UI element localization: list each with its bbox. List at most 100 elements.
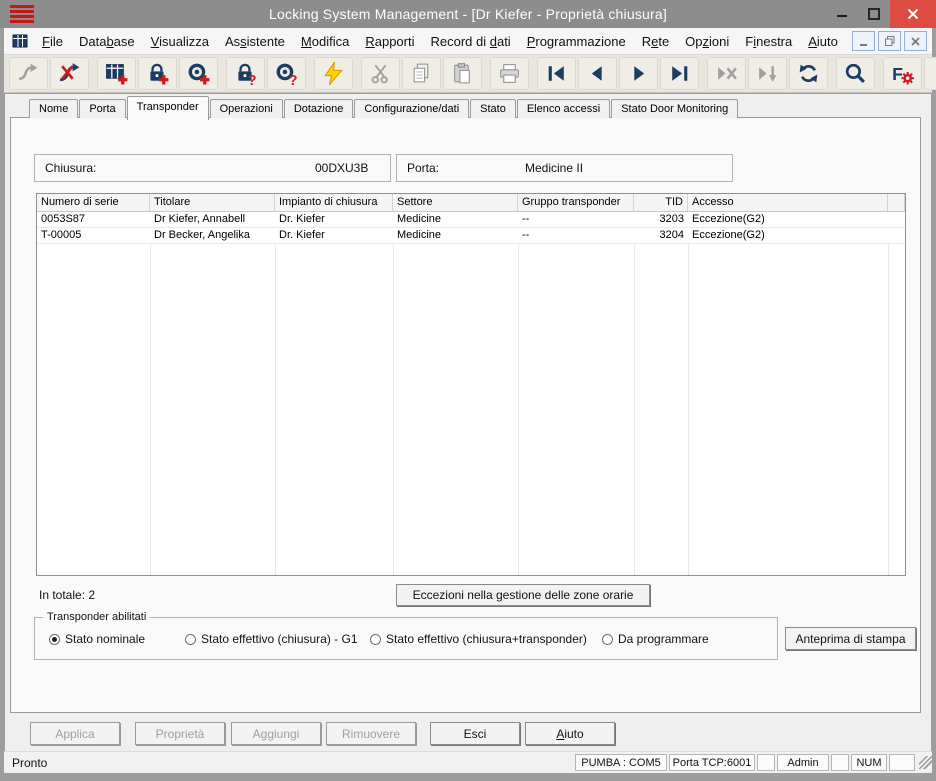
maximize-button[interactable] — [858, 0, 890, 28]
rimuovere-button[interactable]: Rimuovere — [326, 722, 416, 745]
window-title: Locking System Management - [Dr Kiefer -… — [269, 6, 667, 22]
radio-circle-icon[interactable] — [49, 633, 60, 645]
menu-record-di-dati[interactable]: Record di dati — [422, 34, 518, 49]
menu-database[interactable]: Database — [71, 34, 143, 49]
tab-nome[interactable]: Nome — [29, 99, 79, 118]
menu-assistente[interactable]: Assistente — [217, 34, 293, 49]
door-value: Medicine II — [525, 161, 584, 175]
cell-accesso: Eccezione(G2) — [692, 229, 765, 241]
menu-rete[interactable]: Rete — [634, 34, 677, 49]
cut-icon — [371, 64, 388, 84]
cell-settore: Medicine — [397, 229, 442, 241]
column-header-tid[interactable]: TID — [634, 194, 688, 211]
column-header-gruppo-transponder[interactable]: Gruppo transponder — [518, 194, 634, 211]
radio-da-programmare[interactable]: Da programmare — [602, 632, 709, 646]
redo-button[interactable] — [9, 57, 48, 90]
copy-button[interactable] — [402, 57, 441, 90]
search-button[interactable] — [836, 57, 875, 90]
help-button[interactable]: ? — [924, 57, 936, 90]
transponder-tabpage: Chiusura: 00DXU3B Porta: Medicine II Num… — [10, 117, 921, 713]
cell-numero-di-serie: T-00005 — [41, 229, 82, 241]
radio-circle-icon[interactable] — [602, 633, 613, 645]
column-header-impianto-di-chiusura[interactable]: Impianto di chiusura — [275, 194, 393, 211]
column-header-settore[interactable]: Settore — [393, 194, 518, 211]
paste-button[interactable] — [443, 57, 482, 90]
table-row[interactable]: 0053S87 Dr Kiefer, Annabell Dr. Kiefer Medi… — [37, 212, 905, 228]
propriet-button[interactable]: Proprietà — [135, 722, 225, 745]
minimize-button[interactable] — [826, 0, 858, 28]
aggiungi-button[interactable]: Aggiungi — [231, 722, 321, 745]
read-transponder-button[interactable]: ? — [267, 57, 306, 90]
grid-line — [888, 212, 889, 575]
menu-finestra[interactable]: Finestra — [737, 34, 800, 49]
cell-gruppo-transponder: -- — [522, 229, 530, 241]
applica-button[interactable]: Applica — [30, 722, 120, 745]
redo-icon — [19, 63, 38, 80]
tab-stato[interactable]: Stato — [470, 99, 516, 118]
menu-aiuto[interactable]: Aiuto — [800, 34, 846, 49]
print-button[interactable] — [490, 57, 529, 90]
tab-operazioni[interactable]: Operazioni — [209, 99, 283, 118]
tab-dotazione[interactable]: Dotazione — [283, 99, 354, 118]
disconnect-button[interactable] — [50, 57, 89, 90]
menu-modifica[interactable]: Modifica — [293, 34, 357, 49]
svg-text:F: F — [892, 64, 903, 84]
prev-record-button[interactable] — [578, 57, 617, 90]
cut-button[interactable] — [361, 57, 400, 90]
menu-file[interactable]: File — [34, 34, 71, 49]
status-panel-empty — [831, 754, 849, 771]
esci-button[interactable]: Esci — [430, 722, 520, 745]
filter-settings-icon: F — [892, 64, 914, 85]
mdi-close-button[interactable] — [904, 31, 927, 51]
read-lock-button[interactable]: ? — [226, 57, 265, 90]
radio-circle-icon[interactable] — [185, 633, 196, 645]
menu-opzioni[interactable]: Opzioni — [677, 34, 737, 49]
radio-circle-icon[interactable] — [370, 633, 381, 645]
first-record-button[interactable] — [537, 57, 576, 90]
radio-label: Stato effettivo (chiusura) - G1 — [201, 632, 358, 646]
column-header-numero-di-serie[interactable]: Numero di serie — [37, 194, 150, 211]
status-panel-empty — [889, 754, 915, 771]
toolbar: ?? F? — [4, 55, 936, 93]
tab-porta[interactable]: Porta — [79, 99, 126, 118]
radio-stato-nominale[interactable]: Stato nominale — [49, 632, 145, 646]
resize-grip[interactable] — [919, 756, 932, 769]
tab-configurazione-dati[interactable]: Configurazione/dati — [354, 99, 470, 118]
tab-transponder[interactable]: Transponder — [126, 96, 209, 120]
radio-stato-effettivo-chiusura-transponder[interactable]: Stato effettivo (chiusura+transponder) — [370, 632, 587, 646]
mdi-minimize-button[interactable] — [852, 31, 875, 51]
mdi-restore-button[interactable] — [878, 31, 901, 51]
column-header-blank[interactable] — [888, 194, 905, 211]
radio-label: Stato effettivo (chiusura+transponder) — [386, 632, 587, 646]
close-button[interactable] — [890, 0, 936, 28]
next-record-button[interactable] — [619, 57, 658, 90]
table-row[interactable]: T-00005 Dr Becker, Angelika Dr. Kiefer Medi… — [37, 228, 905, 244]
new-lock-button[interactable] — [138, 57, 177, 90]
print-preview-button[interactable]: Anteprima di stampa — [785, 627, 916, 650]
minimize-icon — [837, 15, 847, 17]
program-button[interactable] — [314, 57, 353, 90]
column-header-accesso[interactable]: Accesso — [688, 194, 888, 211]
lock-label: Chiusura: — [45, 161, 97, 175]
filter-settings-button[interactable]: F — [883, 57, 922, 90]
aiuto-button[interactable]: Aiuto — [525, 722, 615, 745]
cell-tid: 3203 — [659, 213, 684, 225]
new-transponder-icon — [188, 63, 210, 85]
tab-stato-door-monitoring[interactable]: Stato Door Monitoring — [611, 99, 739, 118]
status-panel-pumba-com5: PUMBA : COM5 — [575, 754, 667, 771]
refresh-button[interactable] — [789, 57, 828, 90]
menu-visualizza[interactable]: Visualizza — [143, 34, 217, 49]
new-transponder-button[interactable] — [179, 57, 218, 90]
tab-elenco-accessi[interactable]: Elenco accessi — [516, 99, 611, 118]
post-record-button[interactable] — [748, 57, 787, 90]
mdi-document-icon[interactable] — [12, 33, 28, 49]
column-header-titolare[interactable]: Titolare — [150, 194, 275, 211]
menu-programmazione[interactable]: Programmazione — [519, 34, 634, 49]
status-ready-label: Pronto — [12, 755, 48, 770]
time-zone-exceptions-button[interactable]: Eccezioni nella gestione delle zone orar… — [396, 584, 650, 606]
menu-rapporti[interactable]: Rapporti — [357, 34, 422, 49]
cancel-record-button[interactable] — [707, 57, 746, 90]
last-record-button[interactable] — [660, 57, 699, 90]
new-locking-system-button[interactable] — [97, 57, 136, 90]
radio-stato-effettivo-chiusura-g1[interactable]: Stato effettivo (chiusura) - G1 — [185, 632, 358, 646]
